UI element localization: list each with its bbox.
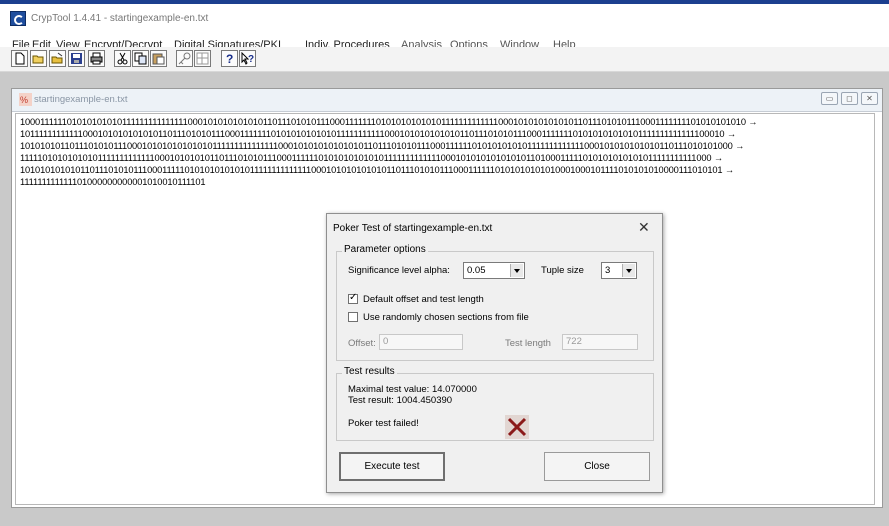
tuple-size-select[interactable]: 3 [601, 262, 637, 279]
max-test-value: Maximal test value: 14.070000 [348, 384, 477, 395]
random-sections-label: Use randomly chosen sections from file [363, 312, 529, 323]
close-window-button[interactable]: ✕ [861, 92, 878, 105]
open-folder-icon[interactable] [49, 50, 66, 67]
default-offset-label: Default offset and test length [363, 294, 484, 305]
save-icon[interactable] [68, 50, 85, 67]
key-icon[interactable] [176, 50, 193, 67]
chevron-down-icon [622, 264, 635, 277]
test-length-field[interactable]: 722 [562, 334, 638, 350]
text-line: 1111101010101010111111111111100010101010… [20, 153, 723, 163]
minimize-button[interactable]: ▭ [821, 92, 838, 105]
poker-test-dialog: Poker Test of startingexample-en.txt ✕ P… [326, 213, 663, 493]
app-title: CrypTool 1.4.41 - startingexample-en.txt [31, 13, 209, 24]
document-window-icon: % [19, 93, 32, 106]
tuple-size-label: Tuple size [541, 265, 584, 276]
text-line: 1010101010101101110101011100011111010101… [20, 165, 735, 175]
tuple-size-value: 3 [605, 265, 611, 276]
chevron-down-icon [510, 264, 523, 277]
document-icon[interactable] [194, 50, 211, 67]
alpha-select[interactable]: 0.05 [463, 262, 525, 279]
parameter-options-label: Parameter options [342, 244, 428, 255]
test-result-value: Test result: 1004.450390 [348, 395, 453, 406]
svg-text:?: ? [226, 52, 233, 65]
offset-label: Offset: [348, 338, 376, 349]
close-button[interactable]: Close [544, 452, 650, 481]
copy-icon[interactable] [132, 50, 149, 67]
test-status: Poker test failed! [348, 418, 419, 429]
text-line: 1000111111010101010101111111111111110001… [20, 117, 758, 127]
offset-value: 0 [383, 336, 389, 347]
open-icon[interactable] [30, 50, 47, 67]
document-titlebar: % startingexample-en.txt ▭ ◻ ✕ [12, 89, 882, 112]
cut-icon[interactable] [114, 50, 131, 67]
help-icon[interactable]: ? [221, 50, 238, 67]
paste-icon[interactable] [150, 50, 167, 67]
alpha-value: 0.05 [467, 265, 486, 276]
dialog-title: Poker Test of startingexample-en.txt [333, 223, 493, 234]
test-length-label: Test length [505, 338, 551, 349]
maximize-button[interactable]: ◻ [841, 92, 858, 105]
fail-x-icon [505, 415, 529, 439]
context-help-icon[interactable]: ? [239, 50, 256, 67]
text-line: 1010101011011101010111000101010101010101… [20, 141, 745, 151]
document-title: startingexample-en.txt [34, 94, 128, 105]
random-sections-checkbox[interactable] [348, 312, 358, 322]
test-results-label: Test results [342, 366, 397, 377]
new-icon[interactable] [11, 50, 28, 67]
svg-text:?: ? [248, 54, 254, 65]
text-line: 1011111111111100010101010101011011101010… [20, 129, 736, 139]
execute-test-button[interactable]: Execute test [339, 452, 445, 481]
text-line: 111111111111101000000000001010010111101 [20, 177, 206, 187]
cryptool-app-icon [10, 11, 26, 26]
print-icon[interactable] [88, 50, 105, 67]
offset-field[interactable]: 0 [379, 334, 463, 350]
app-titlebar: CrypTool 1.4.41 - startingexample-en.txt [0, 4, 889, 26]
default-offset-checkbox[interactable] [348, 292, 358, 304]
test-length-value: 722 [566, 336, 582, 347]
dialog-close-icon[interactable]: ✕ [638, 219, 650, 236]
alpha-label: Significance level alpha: [348, 265, 450, 276]
svg-text:%: % [20, 95, 28, 105]
